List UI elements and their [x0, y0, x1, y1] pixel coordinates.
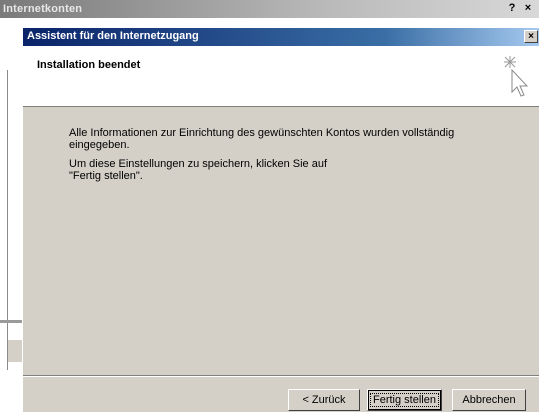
back-button[interactable]: < Zurück	[288, 389, 360, 411]
save-instruction: Um diese Einstellungen zu speichern, kli…	[69, 158, 499, 182]
dialog-titlebar[interactable]: Assistent für den Internetzugang ×	[23, 28, 539, 46]
finish-button[interactable]: Fertig stellen	[367, 389, 442, 411]
page-title: Installation beendet	[37, 59, 141, 71]
finish-button-label: Fertig stellen	[370, 393, 439, 407]
cancel-button[interactable]: Abbrechen	[452, 389, 526, 411]
background-window-titlebar: Internetkonten ? ×	[0, 0, 539, 18]
wizard-dialog: Assistent für den Internetzugang × Insta…	[22, 28, 539, 412]
help-button[interactable]: ?	[505, 2, 519, 15]
save-instruction-line2: "Fertig stellen".	[69, 170, 143, 182]
background-divider	[0, 320, 22, 323]
save-instruction-line1: Um diese Einstellungen zu speichern, kli…	[69, 158, 328, 170]
background-close-button[interactable]: ×	[521, 2, 535, 15]
button-separator	[23, 375, 539, 377]
background-window-title: Internetkonten	[3, 3, 83, 15]
cursor-sparkle-icon	[504, 56, 529, 97]
completion-message: Alle Informationen zur Einrichtung des g…	[69, 127, 455, 151]
background-panel	[8, 340, 22, 362]
wizard-content: Alle Informationen zur Einrichtung des g…	[69, 127, 499, 189]
dialog-title: Assistent für den Internetzugang	[27, 30, 199, 42]
wizard-header: Installation beendet	[23, 46, 539, 107]
dialog-close-button[interactable]: ×	[524, 30, 538, 43]
background-divider	[7, 70, 8, 370]
